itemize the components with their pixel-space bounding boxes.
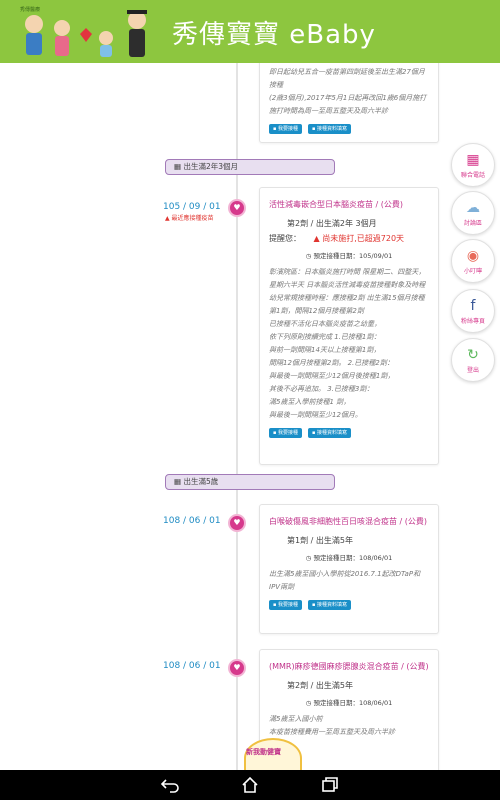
vaccine-card: 即日起幼兒五合一疫苗第四劑延後至出生滿27個月接種 (2歲3個月),2017年5…: [259, 63, 439, 143]
logout-icon: ↻: [467, 347, 479, 363]
heart-icon: ♥: [228, 514, 246, 532]
chat-icon: ☁: [466, 200, 480, 216]
vaccination-date: 108 / 06 / 01: [163, 516, 221, 526]
reminder-button[interactable]: ◉ 小叮嚀: [451, 239, 495, 283]
heart-icon: ♥: [228, 659, 246, 677]
contact-phone-button[interactable]: ▦ 聯合電話: [451, 143, 495, 187]
fill-vaccination-record-button[interactable]: ▪ 接種資料填寫: [308, 428, 351, 438]
vaccine-card[interactable]: 活性減毒嵌合型日本腦炎疫苗 / (公費) 第2劑 / 出生滿2年 3個月 提醒您…: [259, 187, 439, 465]
back-icon[interactable]: [160, 776, 180, 794]
overdue-note: ▲ 最近應接種疫苗: [165, 215, 214, 222]
recent-apps-icon[interactable]: [320, 776, 340, 794]
vaccine-timeline[interactable]: 即日起幼兒五合一疫苗第四劑延後至出生滿27個月接種 (2歲3個月),2017年5…: [0, 63, 500, 770]
heart-icon: ♥: [228, 199, 246, 217]
vaccine-card[interactable]: 白喉破傷風非細胞性百日咳混合疫苗 / (公費) 第1劑 / 出生滿5年 ◷ 預定…: [259, 504, 439, 634]
facebook-icon: f: [470, 298, 476, 314]
app-header: 秀傳醫療 秀傳寶寶 eBaby: [0, 0, 500, 63]
home-icon[interactable]: [240, 776, 260, 794]
reminder-line: 提醒您： ▲ 尚未施打,已超過720天: [269, 234, 405, 243]
book-vaccination-button[interactable]: ▪ 我要接種: [269, 428, 302, 438]
badge-label: 新我動健寶: [246, 748, 281, 756]
vaccine-dose: 第2劑 / 出生滿2年 3個月: [287, 219, 377, 228]
age-section-header: ▦ 出生滿5歲: [165, 474, 335, 490]
app-title: 秀傳寶寶 eBaby: [172, 20, 376, 50]
logout-button[interactable]: ↻ 登出: [451, 338, 495, 382]
vaccine-title[interactable]: (MMR)麻疹德國麻疹腮腺炎混合疫苗 / (公費): [269, 660, 429, 674]
vaccine-title[interactable]: 活性減毒嵌合型日本腦炎疫苗 / (公費): [269, 198, 429, 212]
vaccine-title[interactable]: 白喉破傷風非細胞性百日咳混合疫苗 / (公費): [269, 515, 429, 529]
vaccination-date: 108 / 06 / 01: [163, 661, 221, 671]
android-navigation-bar: [0, 770, 500, 800]
vaccination-date: 105 / 09 / 01: [163, 202, 221, 212]
vaccine-dose: 第2劑 / 出生滿5年: [287, 681, 353, 690]
book-vaccination-button[interactable]: ▪ 我要接種: [269, 600, 302, 610]
book-vaccination-button[interactable]: ▪ 我要接種: [269, 124, 302, 134]
phone-icon: ▦: [466, 152, 480, 168]
scheduled-date: ◷ 預定接種日期：105/09/01: [305, 252, 393, 260]
overdue-warning: ▲ 尚未施打,已超過720天: [313, 234, 405, 243]
vaccine-dose: 第1劑 / 出生滿5年: [287, 536, 353, 545]
hospital-logo-text: 秀傳醫療: [20, 7, 41, 13]
vaccine-description: 滿5歲至入國小前 本疫苗接種費用一至周五整天及周六半診: [269, 715, 395, 736]
vaccine-description: 即日起幼兒五合一疫苗第四劑延後至出生滿27個月接種 (2歲3個月),2017年5…: [269, 68, 427, 115]
fill-vaccination-record-button[interactable]: ▪ 接種資料填寫: [308, 124, 351, 134]
fan-page-button[interactable]: f 粉絲專頁: [451, 289, 495, 333]
scheduled-date: ◷ 預定接種日期：108/06/01: [305, 554, 393, 562]
fill-vaccination-record-button[interactable]: ▪ 接種資料填寫: [308, 600, 351, 610]
discussion-forum-button[interactable]: ☁ 討論區: [451, 191, 495, 235]
age-section-header: ▦ 出生滿2年3個月: [165, 159, 335, 175]
vaccine-description: 出生滿5歲至國小入學前從2016.7.1起改DTaP和IPV兩劑: [269, 570, 421, 591]
vaccine-description: 彰濱院區：日本腦炎施打時間 限星期二、四整天，星期六半天 日本腦炎活性減毒疫苗接…: [269, 268, 426, 419]
scheduled-date: ◷ 預定接種日期：108/06/01: [305, 699, 393, 707]
reminder-icon: ◉: [466, 248, 480, 264]
